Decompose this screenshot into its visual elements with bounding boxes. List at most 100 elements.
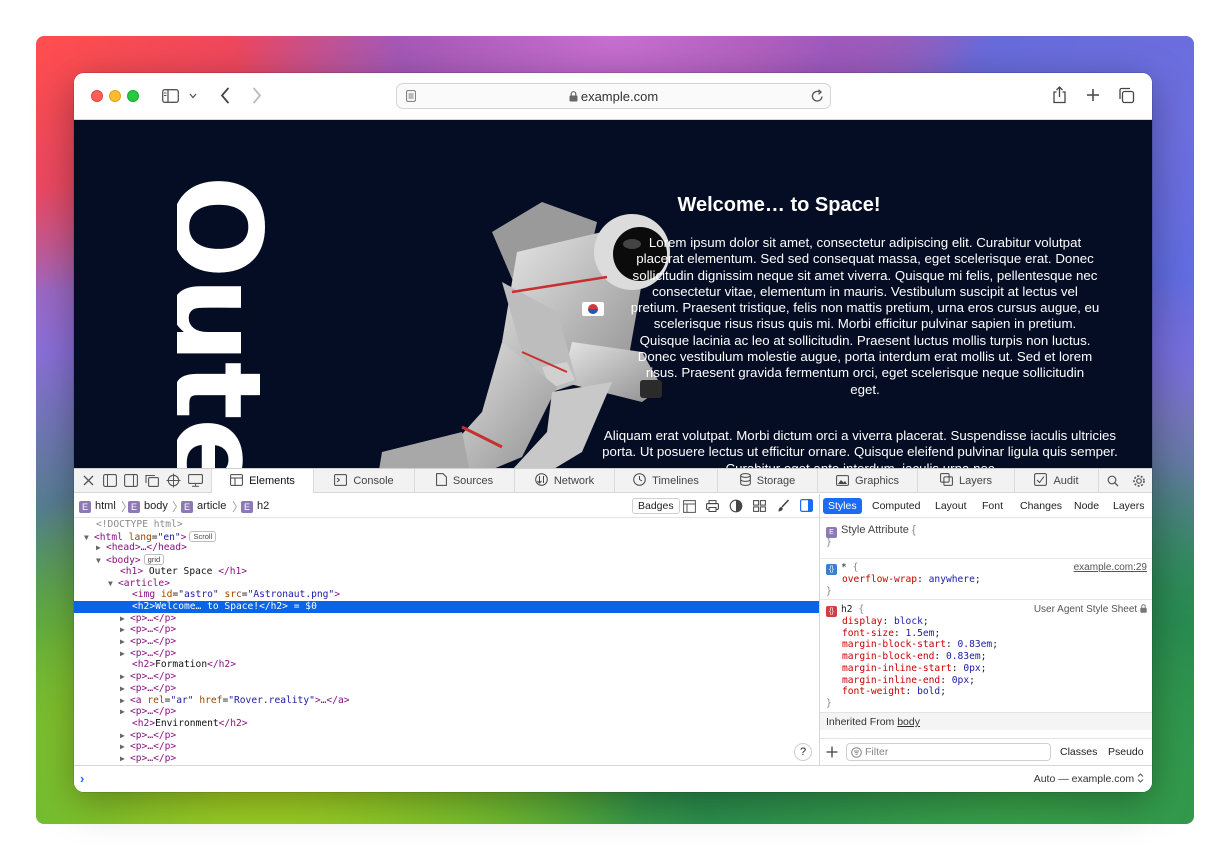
dom-row-p[interactable]: ▶ <p>…</p>: [74, 706, 819, 718]
layout-overlay-icon[interactable]: [683, 500, 696, 513]
dom-row-p[interactable]: ▶ <p>…</p>: [74, 671, 819, 683]
grid-badge[interactable]: grid: [143, 554, 165, 566]
appearance-icon[interactable]: [729, 499, 743, 513]
style-attribute-rule[interactable]: E Style Attribute { }: [820, 524, 1152, 552]
share-icon[interactable]: [1052, 86, 1067, 104]
collapsed-triangle-icon[interactable]: ▶: [120, 648, 130, 660]
collapsed-triangle-icon[interactable]: ▶: [120, 613, 130, 625]
dom-row-doctype[interactable]: <!DOCTYPE html>: [74, 519, 819, 531]
back-icon[interactable]: [220, 87, 230, 104]
style-declaration[interactable]: margin-block-end: 0.83em;: [842, 651, 986, 663]
zoom-window-button[interactable]: [127, 90, 139, 102]
search-icon[interactable]: [1107, 475, 1119, 487]
dom-row-p[interactable]: ▶ <p>…</p>: [74, 636, 819, 648]
device-settings-icon[interactable]: [188, 474, 203, 487]
dom-row-p[interactable]: ▶ <p>…</p>: [74, 741, 819, 753]
reload-icon[interactable]: [811, 89, 824, 103]
inherited-from-link[interactable]: body: [897, 716, 920, 728]
sidebar-tab-layout[interactable]: Layout: [930, 498, 972, 514]
dom-tree[interactable]: <!DOCTYPE html> ▼ <html lang="en"> Scroll …: [74, 519, 819, 765]
scroll-badge[interactable]: Scroll: [189, 530, 217, 542]
style-declaration[interactable]: margin-inline-end: 0px;: [842, 675, 975, 687]
style-declaration[interactable]: display: block;: [842, 616, 929, 628]
address-bar[interactable]: example.com: [396, 83, 831, 109]
tab-elements[interactable]: Elements: [211, 469, 314, 493]
tab-overview-icon[interactable]: [1118, 87, 1135, 104]
dom-row-head[interactable]: ▶ <head>…</head>: [74, 542, 819, 554]
detach-window-icon[interactable]: [145, 474, 159, 487]
chevron-down-icon[interactable]: [189, 93, 197, 99]
badges-button[interactable]: Badges: [632, 498, 680, 514]
tab-graphics[interactable]: Graphics: [818, 469, 918, 493]
collapsed-triangle-icon[interactable]: ▶: [120, 636, 130, 648]
dom-row-p[interactable]: ▶ <p>…</p>: [74, 683, 819, 695]
dom-row-h1[interactable]: <h1> Outer Space </h1>: [74, 566, 819, 578]
paintbrush-icon[interactable]: [777, 499, 790, 513]
element-picker-icon[interactable]: [166, 473, 181, 488]
pseudo-button[interactable]: Pseudo: [1108, 746, 1144, 758]
dom-row-body[interactable]: ▼ <body> grid: [74, 554, 819, 566]
collapsed-triangle-icon[interactable]: ▶: [120, 706, 130, 718]
new-tab-icon[interactable]: [1086, 88, 1100, 102]
breadcrumb-html[interactable]: Ehtml: [79, 500, 116, 513]
console-prompt-bar[interactable]: › Auto — example.com: [74, 765, 1152, 792]
collapsed-triangle-icon[interactable]: ▶: [120, 695, 130, 707]
collapsed-triangle-icon[interactable]: ▶: [120, 624, 130, 636]
style-declaration[interactable]: margin-block-start: 0.83em;: [842, 639, 998, 651]
toggle-sidebar-icon[interactable]: [800, 499, 813, 512]
collapsed-triangle-icon[interactable]: ▶: [120, 741, 130, 753]
tab-timelines[interactable]: Timelines: [615, 469, 718, 493]
sidebar-tab-layers[interactable]: Layers: [1108, 498, 1150, 514]
style-declaration[interactable]: font-weight: bold;: [842, 686, 946, 698]
dom-row-h2-formation[interactable]: <h2>Formation</h2>: [74, 659, 819, 671]
forward-icon[interactable]: [252, 87, 262, 104]
breadcrumb-body[interactable]: Ebody: [128, 500, 168, 513]
gear-icon[interactable]: [1132, 474, 1146, 488]
style-declaration[interactable]: font-size: 1.5em;: [842, 628, 940, 640]
breadcrumb-h2[interactable]: Eh2: [241, 500, 269, 513]
close-window-button[interactable]: [91, 90, 103, 102]
collapsed-triangle-icon[interactable]: ▶: [120, 753, 130, 765]
collapsed-triangle-icon[interactable]: ▶: [96, 542, 106, 554]
tab-sources[interactable]: Sources: [415, 469, 515, 493]
h2-user-agent-rule[interactable]: {} h2 { User Agent Style Sheet display: b…: [820, 604, 1152, 709]
dock-bottom-icon[interactable]: [103, 474, 117, 487]
dom-row-html[interactable]: ▼ <html lang="en"> Scroll: [74, 530, 819, 543]
rule-source-link[interactable]: example.com:29: [1074, 562, 1147, 573]
tab-layers[interactable]: Layers: [918, 469, 1015, 493]
dom-row-h2-selected[interactable]: <h2>Welcome… to Space!</h2> = $0: [74, 600, 819, 613]
dom-row-a[interactable]: ▶ <a rel="ar" href="Rover.reality">…</a>: [74, 695, 819, 707]
dom-row-p[interactable]: ▶ <p>…</p>: [74, 624, 819, 636]
style-declaration[interactable]: overflow-wrap: anywhere;: [842, 574, 981, 586]
collapsed-triangle-icon[interactable]: ▶: [120, 671, 130, 683]
sidebar-tab-styles[interactable]: Styles: [823, 498, 862, 514]
dom-row-img[interactable]: <img id="astro" src="Astronaut.png">: [74, 589, 819, 601]
add-rule-icon[interactable]: [826, 746, 838, 758]
collapsed-triangle-icon[interactable]: ▶: [120, 730, 130, 742]
classes-button[interactable]: Classes: [1060, 746, 1097, 758]
tab-network[interactable]: Network: [515, 469, 615, 493]
sidebar-tab-computed[interactable]: Computed: [867, 498, 925, 514]
help-button[interactable]: ?: [794, 743, 812, 761]
tab-audit[interactable]: Audit: [1015, 469, 1099, 493]
sidebar-toggle-icon[interactable]: [162, 89, 179, 103]
sidebar-tab-changes[interactable]: Changes: [1015, 498, 1067, 514]
dom-row-p[interactable]: ▶ <p>…</p>: [74, 613, 819, 625]
sidebar-tab-node[interactable]: Node: [1069, 498, 1104, 514]
grid-overlay-icon[interactable]: [753, 500, 766, 512]
dom-row-article[interactable]: ▼ <article>: [74, 578, 819, 590]
execution-context-selector[interactable]: Auto — example.com: [1034, 773, 1144, 785]
dom-row-h2-environment[interactable]: <h2>Environment</h2>: [74, 718, 819, 730]
minimize-window-button[interactable]: [109, 90, 121, 102]
tab-storage[interactable]: Storage: [718, 469, 818, 493]
tab-console[interactable]: Console: [314, 469, 415, 493]
styles-filter-input[interactable]: Filter: [846, 743, 1051, 761]
sidebar-tab-font[interactable]: Font: [977, 498, 1008, 514]
universal-rule[interactable]: {} * { example.com:29 overflow-wrap: anyw…: [820, 562, 1152, 597]
dock-right-icon[interactable]: [124, 474, 138, 487]
expanded-triangle-icon[interactable]: ▼: [108, 578, 118, 590]
dom-row-p[interactable]: ▶ <p>…</p>: [74, 648, 819, 660]
style-declaration[interactable]: margin-inline-start: 0px;: [842, 663, 986, 675]
close-inspector-icon[interactable]: [83, 475, 94, 486]
dom-row-p[interactable]: ▶ <p>…</p>: [74, 753, 819, 765]
